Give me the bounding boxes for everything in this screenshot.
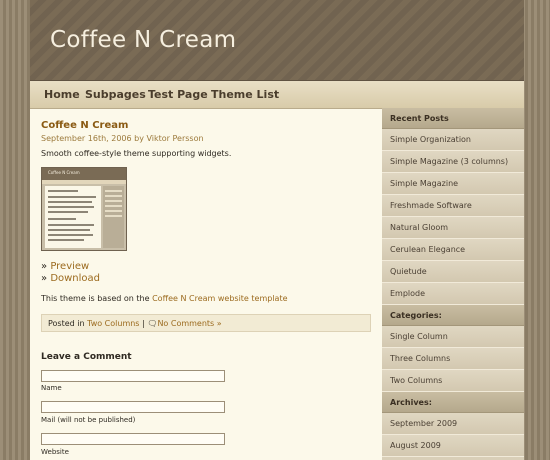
- comment-icon: 🗨: [147, 319, 158, 328]
- thumbnail-sidebar-line: [105, 190, 122, 192]
- theme-thumbnail[interactable]: Coffee N Cream: [41, 167, 127, 251]
- separator: |: [142, 319, 145, 328]
- site-title[interactable]: Coffee N Cream: [50, 27, 236, 53]
- comments-link[interactable]: No Comments »: [157, 319, 221, 328]
- thumbnail-sidebar-line: [105, 205, 122, 207]
- thumbnail-line: [48, 201, 92, 203]
- nav-theme-list[interactable]: Theme List: [211, 88, 279, 101]
- name-field[interactable]: [41, 370, 225, 382]
- post-links: » Preview » Download: [41, 261, 100, 285]
- archives-heading: Archives:: [382, 392, 524, 413]
- posted-in-label: Posted in: [48, 319, 85, 328]
- category-link[interactable]: Two Columns: [87, 319, 139, 328]
- thumbnail-sidebar-line: [105, 210, 122, 212]
- recent-posts-heading: Recent Posts: [382, 108, 524, 129]
- post-by: by: [134, 134, 144, 143]
- website-field[interactable]: [41, 433, 225, 445]
- recent-post-item[interactable]: Simple Magazine: [382, 173, 524, 195]
- archive-item[interactable]: September 2009: [382, 413, 524, 435]
- thumbnail-line: [48, 224, 94, 226]
- categories-heading: Categories:: [382, 305, 524, 326]
- recent-post-item[interactable]: Simple Organization: [382, 129, 524, 151]
- thumbnail-line: [48, 218, 76, 220]
- thumbnail-line: [48, 196, 96, 198]
- recent-post-item[interactable]: Cerulean Elegance: [382, 239, 524, 261]
- main-nav: Home Subpages Test Page Theme List: [30, 81, 524, 109]
- page-wrapper: Coffee N Cream Home Subpages Test Page T…: [30, 0, 524, 460]
- based-on-text: This theme is based on the Coffee N Crea…: [41, 294, 288, 303]
- website-label: Website: [41, 448, 69, 456]
- post-description: Smooth coffee-style theme supporting wid…: [41, 149, 232, 158]
- recent-post-item[interactable]: Simple Magazine (3 columns): [382, 151, 524, 173]
- category-item[interactable]: Two Columns: [382, 370, 524, 392]
- recent-post-item[interactable]: Quietude: [382, 261, 524, 283]
- thumbnail-line: [48, 229, 90, 231]
- thumbnail-title: Coffee N Cream: [48, 170, 80, 175]
- recent-post-item[interactable]: Natural Gloom: [382, 217, 524, 239]
- thumbnail-line: [48, 239, 84, 241]
- recent-post-item[interactable]: Emplode: [382, 283, 524, 305]
- thumbnail-line: [48, 234, 93, 236]
- post-author-link[interactable]: Viktor Persson: [147, 134, 204, 143]
- post-footer: Posted in Two Columns | 🗨No Comments »: [41, 314, 371, 332]
- nav-home[interactable]: Home: [44, 88, 80, 101]
- name-label: Name: [41, 384, 62, 392]
- category-item[interactable]: Single Column: [382, 326, 524, 348]
- thumbnail-sidebar-line: [105, 195, 122, 197]
- thumbnail-sidebar-line: [105, 200, 122, 202]
- sidebar: Recent Posts Simple Organization Simple …: [382, 108, 524, 460]
- post-title[interactable]: Coffee N Cream: [41, 120, 128, 131]
- download-link[interactable]: » Download: [41, 273, 100, 285]
- thumbnail-sidebar-line: [105, 215, 122, 217]
- thumbnail-line: [48, 206, 94, 208]
- recent-post-item[interactable]: Freshmade Software: [382, 195, 524, 217]
- nav-test-page[interactable]: Test Page: [148, 88, 208, 101]
- post-meta: September 16th, 2006 by Viktor Persson: [41, 134, 204, 143]
- post-date: September 16th, 2006: [41, 134, 132, 143]
- email-label: Mail (will not be published): [41, 416, 136, 424]
- template-link[interactable]: Coffee N Cream website template: [152, 294, 287, 303]
- thumbnail-line: [48, 211, 88, 213]
- category-item[interactable]: Three Columns: [382, 348, 524, 370]
- comment-heading: Leave a Comment: [41, 352, 132, 362]
- thumbnail-nav: [42, 180, 126, 184]
- email-field[interactable]: [41, 401, 225, 413]
- archive-item[interactable]: August 2009: [382, 435, 524, 457]
- nav-subpages[interactable]: Subpages: [85, 88, 146, 101]
- thumbnail-line: [48, 190, 78, 192]
- site-header: Coffee N Cream: [30, 0, 524, 81]
- preview-link[interactable]: » Preview: [41, 261, 100, 273]
